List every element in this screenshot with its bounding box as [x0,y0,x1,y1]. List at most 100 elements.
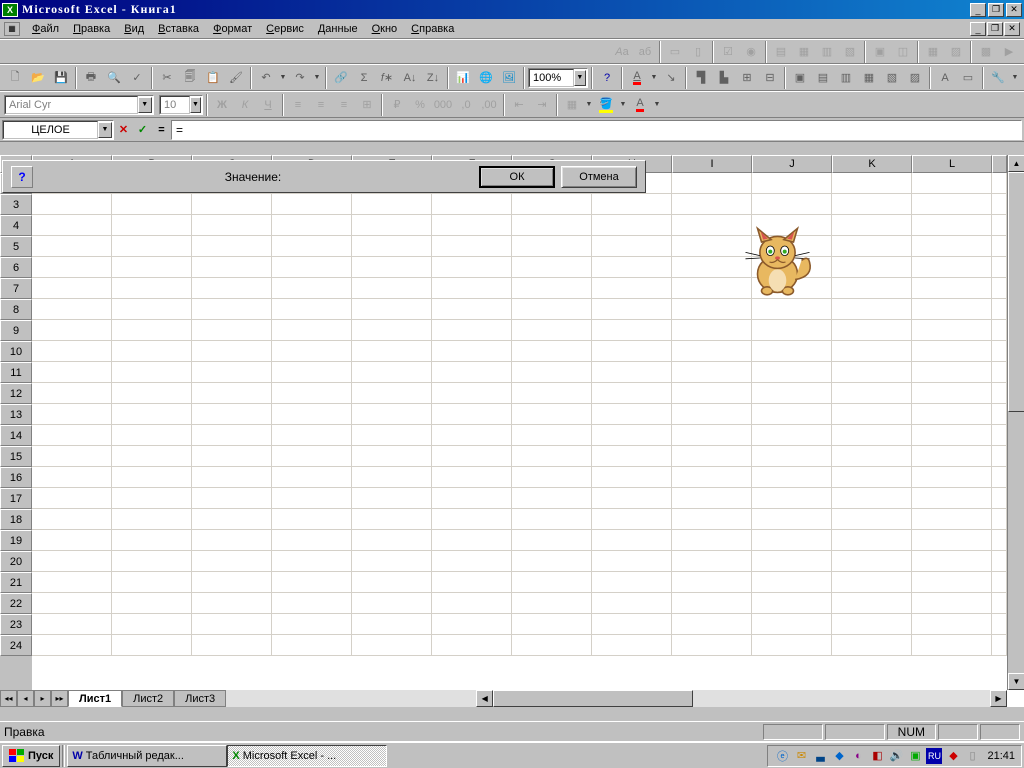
copy-button[interactable]: 🗐 [179,67,201,89]
cell-B18[interactable] [112,509,192,530]
borders-dropdown[interactable]: ▼ [584,94,594,116]
cell-D22[interactable] [272,593,352,614]
listbox-button[interactable]: ▤ [770,41,792,63]
cell-F11[interactable] [432,362,512,383]
cell-I21[interactable] [672,572,752,593]
cell-J3[interactable] [752,194,832,215]
cell-C6[interactable] [192,257,272,278]
cells-area[interactable] [32,173,1007,690]
cell-C19[interactable] [192,530,272,551]
cell-L14[interactable] [912,425,992,446]
underline-button[interactable]: Ч [257,94,279,116]
cell-A3[interactable] [32,194,112,215]
cell-D19[interactable] [272,530,352,551]
cell-L3[interactable] [912,194,992,215]
cell-A17[interactable] [32,488,112,509]
function-button[interactable]: f∗ [376,67,398,89]
cell-B7[interactable] [112,278,192,299]
cell-C4[interactable] [192,215,272,236]
cell-K21[interactable] [832,572,912,593]
cell-E4[interactable] [352,215,432,236]
cell-E24[interactable] [352,635,432,656]
cell-J18[interactable] [752,509,832,530]
radio-button[interactable]: ◉ [740,41,762,63]
cell-D6[interactable] [272,257,352,278]
cell-C20[interactable] [192,551,272,572]
cell-E17[interactable] [352,488,432,509]
tray-icon-8[interactable]: ▣ [907,748,923,764]
cell-E14[interactable] [352,425,432,446]
cell-D11[interactable] [272,362,352,383]
cell-L21[interactable] [912,572,992,593]
menu-справка[interactable]: Справка [405,21,460,37]
cell-I19[interactable] [672,530,752,551]
bold-button[interactable]: Ж [211,94,233,116]
text-color-dropdown[interactable]: ▼ [652,94,662,116]
cell-L20[interactable] [912,551,992,572]
cell-E15[interactable] [352,446,432,467]
grid-button[interactable]: ▩ [975,41,997,63]
text-color-button[interactable]: A [629,94,651,116]
cell-H24[interactable] [592,635,672,656]
cell-L15[interactable] [912,446,992,467]
checkbox-button[interactable]: ☑ [717,41,739,63]
cell-D3[interactable] [272,194,352,215]
cell-E16[interactable] [352,467,432,488]
font-combo[interactable]: Arial Cyr ▼ [4,95,154,115]
help-button[interactable]: ? [596,67,618,89]
menu-правка[interactable]: Правка [67,21,116,37]
cell-D5[interactable] [272,236,352,257]
cell-K5[interactable] [832,236,912,257]
close-button[interactable]: ✕ [1006,3,1022,17]
cell-L18[interactable] [912,509,992,530]
tray-icon-10[interactable]: ◆ [945,748,961,764]
currency-button[interactable]: ₽ [386,94,408,116]
tray-icon-5[interactable]: ◐ [850,748,866,764]
scroll-left-button[interactable]: ◀ [476,690,493,707]
tab-prev-button[interactable]: ◂ [17,690,34,707]
cell-K11[interactable] [832,362,912,383]
tray-icon-11[interactable]: ▯ [964,748,980,764]
horizontal-scrollbar[interactable]: ◀ ▶ [476,690,1007,707]
cell-H18[interactable] [592,509,672,530]
cell-F15[interactable] [432,446,512,467]
cell-H22[interactable] [592,593,672,614]
cell-B17[interactable] [112,488,192,509]
tools-button[interactable]: 🔧 [987,67,1009,89]
col-header-J[interactable]: J [752,155,832,173]
style-button[interactable]: Aa [611,41,633,63]
col-header-I[interactable]: I [672,155,752,173]
cell-H13[interactable] [592,404,672,425]
menu-файл[interactable]: Файл [26,21,65,37]
cell-I12[interactable] [672,383,752,404]
cell-A22[interactable] [32,593,112,614]
cell-A19[interactable] [32,530,112,551]
redo-button[interactable]: ↷ [289,67,311,89]
cell-K13[interactable] [832,404,912,425]
cell-E21[interactable] [352,572,432,593]
cell-C12[interactable] [192,383,272,404]
map-button[interactable]: 🌐 [475,67,497,89]
new-button[interactable]: 🗋 [4,67,26,89]
combo-button[interactable]: ▦ [793,41,815,63]
cell-A11[interactable] [32,362,112,383]
size-dropdown[interactable]: ▼ [190,97,201,113]
row-header-12[interactable]: 12 [0,383,32,404]
cell-H5[interactable] [592,236,672,257]
row-header-22[interactable]: 22 [0,593,32,614]
arrow-button[interactable]: ↘ [660,67,682,89]
redo-dropdown[interactable]: ▼ [312,67,322,89]
cell-C8[interactable] [192,299,272,320]
paste-button[interactable]: 📋 [202,67,224,89]
cell-B9[interactable] [112,320,192,341]
cell-E19[interactable] [352,530,432,551]
zoom-combo[interactable]: 100% ▼ [528,68,588,88]
cell-C18[interactable] [192,509,272,530]
cell-F8[interactable] [432,299,512,320]
cell-F20[interactable] [432,551,512,572]
cell-G17[interactable] [512,488,592,509]
cell-C23[interactable] [192,614,272,635]
cell-F13[interactable] [432,404,512,425]
row-header-23[interactable]: 23 [0,614,32,635]
cell-A8[interactable] [32,299,112,320]
